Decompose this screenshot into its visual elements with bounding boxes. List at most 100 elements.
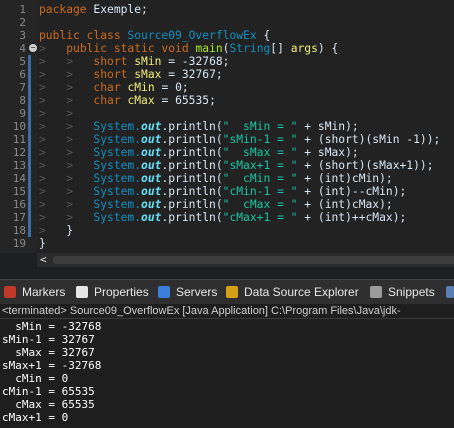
line-number: 14 xyxy=(12,172,26,185)
keyword: public xyxy=(39,29,80,42)
code-line: public class Source09_OverflowEx { xyxy=(39,29,270,42)
code-text: + (int)--cMin); xyxy=(297,185,407,198)
change-marker xyxy=(28,159,31,172)
class-name: System. xyxy=(93,133,142,146)
method-call: .println( xyxy=(161,198,223,211)
tab-markers[interactable]: Markers xyxy=(4,282,65,302)
field-name: out xyxy=(141,198,162,211)
indent-marker: > > xyxy=(39,94,94,107)
tab-console[interactable] xyxy=(446,282,454,302)
code-text: = xyxy=(154,81,176,94)
line-number: 6 xyxy=(19,68,26,81)
field-name: out xyxy=(141,172,162,185)
snippets-icon xyxy=(370,286,382,298)
code-line: > > char cMax = 65535; xyxy=(39,94,216,107)
indent-marker: > > xyxy=(39,120,94,133)
method-call: .println( xyxy=(161,172,223,185)
indent-marker: > > xyxy=(39,55,94,68)
line-number: 10 xyxy=(12,120,26,133)
indent-marker: > > xyxy=(39,159,94,172)
variable: sMax xyxy=(134,68,162,81)
keyword: short xyxy=(93,68,128,81)
method-call: .println( xyxy=(161,146,223,159)
code-line: > > short sMax = 32767; xyxy=(39,68,223,81)
change-marker xyxy=(28,172,31,185)
tab-label: Markers xyxy=(22,285,66,299)
line-number: 7 xyxy=(19,81,26,94)
tab-properties[interactable]: Properties xyxy=(76,282,149,302)
code-line: > > System.out.println("sMax+1 = " + (sh… xyxy=(39,159,434,172)
indent-marker: > > xyxy=(39,107,74,120)
console-line: sMin = -32768 xyxy=(2,320,102,333)
method-call: .println( xyxy=(161,211,223,224)
method-name: main xyxy=(195,42,223,55)
scroll-left-icon[interactable]: < xyxy=(40,253,47,267)
code-text: = xyxy=(161,68,182,81)
tab-snippets[interactable]: Snippets xyxy=(370,282,435,302)
code-line: > public static void main(String[] args)… xyxy=(39,42,338,55)
field-name: out xyxy=(141,185,162,198)
parameter-name: args xyxy=(290,42,318,55)
tab-servers[interactable]: Servers xyxy=(158,282,217,302)
fold-toggle-icon[interactable]: − xyxy=(29,44,37,52)
change-marker xyxy=(28,68,31,81)
code-line: > > System.out.println(" cMin = " + (int… xyxy=(39,172,393,185)
code-text: + (short)(sMin -1)); xyxy=(297,133,441,146)
indent-marker: > > xyxy=(39,133,94,146)
console-line: cMax = 65535 xyxy=(2,398,95,411)
package-name: Exemple; xyxy=(86,3,148,16)
type-name: String xyxy=(229,42,271,55)
closing-brace: } xyxy=(39,237,46,250)
line-number-gutter: 1 2 3 4 5 6 7 8 9 10 11 12 13 14 15 16 1… xyxy=(0,0,37,253)
horizontal-scrollbar[interactable]: < xyxy=(37,253,454,267)
code-line: > > xyxy=(39,107,73,120)
line-number: 15 xyxy=(12,185,26,198)
number-literal: 65535; xyxy=(175,94,216,107)
variable: sMin xyxy=(134,55,162,68)
console-line: cMax+1 = 0 xyxy=(2,411,69,424)
method-call: .println( xyxy=(161,159,223,172)
change-marker xyxy=(28,94,31,107)
indent-marker: > > xyxy=(39,185,94,198)
class-name: System. xyxy=(93,146,142,159)
change-marker xyxy=(28,81,31,94)
class-name: System. xyxy=(93,159,142,172)
line-number: 9 xyxy=(19,107,26,120)
code-editor[interactable]: 1 2 3 4 5 6 7 8 9 10 11 12 13 14 15 16 1… xyxy=(0,0,454,253)
code-text: + (int)cMin); xyxy=(297,172,393,185)
scrollbar-thumb[interactable] xyxy=(53,256,454,264)
code-line: > > System.out.println(" cMax = " + (int… xyxy=(39,198,393,211)
class-name: System. xyxy=(93,198,142,211)
line-number: 16 xyxy=(12,198,26,211)
console-line: sMax+1 = -32768 xyxy=(2,359,102,372)
console-output[interactable]: sMin = -32768 sMin-1 = 32767 sMax = 3276… xyxy=(0,320,454,428)
tab-data-source-explorer[interactable]: Data Source Explorer xyxy=(226,282,359,302)
code-text: + (int)++cMax); xyxy=(297,211,407,224)
indent-marker: > > xyxy=(39,68,94,81)
line-number: 2 xyxy=(19,16,26,29)
string-literal: "cMax+1 = " xyxy=(222,211,298,224)
class-name: System. xyxy=(93,120,142,133)
servers-icon xyxy=(158,286,170,298)
line-number: 4 xyxy=(19,42,26,55)
method-call: .println( xyxy=(161,185,223,198)
field-name: out xyxy=(141,120,162,133)
string-literal: " sMin = " xyxy=(222,120,298,133)
variable: cMin xyxy=(127,81,155,94)
code-line: > } xyxy=(39,224,73,237)
markers-icon xyxy=(4,286,16,298)
line-number: 18 xyxy=(12,224,26,237)
indent-marker: > > xyxy=(39,172,94,185)
keyword: class xyxy=(79,29,128,42)
keyword: char xyxy=(93,94,121,107)
code-line: } xyxy=(39,237,46,250)
indent-marker: > > xyxy=(39,81,94,94)
code-text: + sMin); xyxy=(297,120,359,133)
line-number: 3 xyxy=(19,29,26,42)
code-text: ) { xyxy=(317,42,339,55)
class-name: System. xyxy=(93,211,142,224)
field-name: out xyxy=(141,133,162,146)
code-text: = xyxy=(154,94,176,107)
line-number: 5 xyxy=(19,55,26,68)
code-line: package Exemple; xyxy=(39,3,148,16)
